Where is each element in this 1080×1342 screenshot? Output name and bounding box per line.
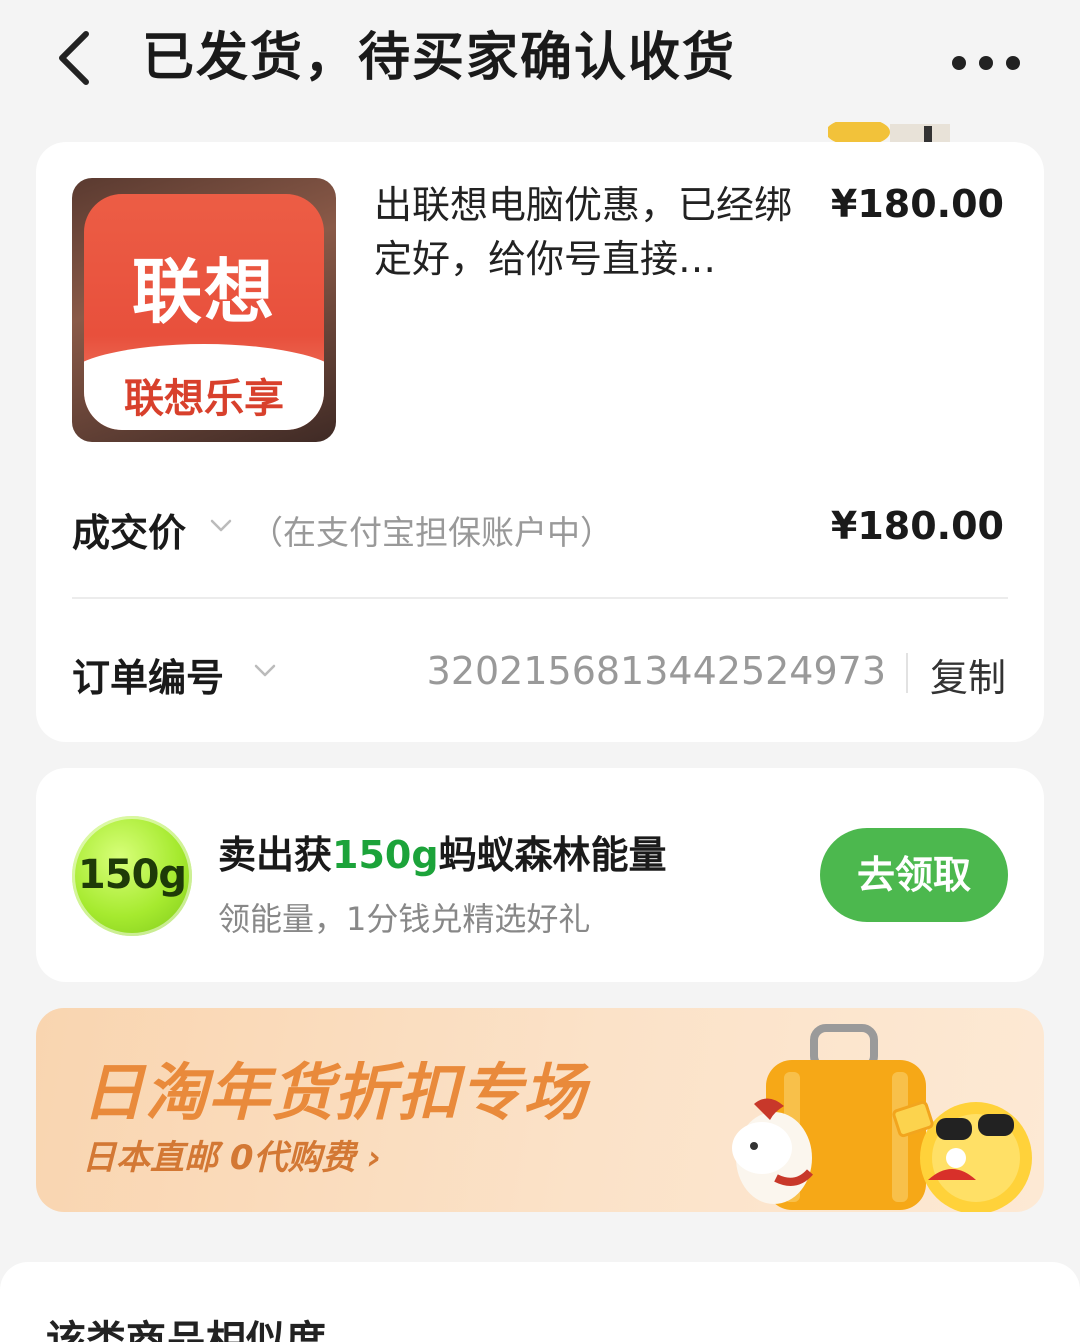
copy-button[interactable]: 复制	[930, 647, 1006, 702]
order-number-row: 订单编号 3202156813442524973 复制	[72, 647, 1008, 707]
more-button[interactable]	[952, 50, 1020, 74]
product-title[interactable]: 出联想电脑优惠，已经绑定好，给你号直接…	[374, 178, 804, 286]
back-button[interactable]	[52, 26, 102, 90]
banner-subtitle: 日本直邮 0代购费 ›	[82, 1130, 381, 1179]
lenovo-app-icon: 联想 联想乐享	[84, 194, 324, 430]
divider	[72, 597, 1008, 599]
energy-badge-text: 150g	[77, 852, 187, 898]
deal-price-label: 成交价	[72, 511, 187, 555]
escrow-note: （在支付宝担保账户中）	[250, 513, 613, 552]
product-thumbnail[interactable]: 联想 联想乐享	[72, 178, 336, 442]
more-dot-icon	[1006, 56, 1020, 70]
section-title: 该类商品相似度	[46, 1318, 326, 1342]
energy-title-prefix: 卖出获	[218, 833, 333, 877]
energy-badge: 150g	[72, 816, 192, 936]
deal-price-row: 成交价 （在支付宝担保账户中） ¥180.00	[72, 502, 1008, 562]
chevron-down-icon[interactable]	[254, 659, 276, 681]
forest-energy-card: 150g 卖出获150g蚂蚁森林能量 领能量，1分钱兑精选好礼 去领取	[36, 768, 1044, 982]
order-number-label: 订单编号	[72, 656, 225, 700]
divider	[906, 653, 908, 693]
deal-price-value: ¥180.00	[830, 504, 1004, 548]
similar-items-card: 该类商品相似度	[0, 1262, 1080, 1342]
banner-illustration	[732, 1024, 1032, 1212]
thumbnail-brand-text: 联想	[132, 250, 276, 333]
page-title: 已发货，待买家确认收货	[142, 28, 737, 88]
energy-title-suffix: 蚂蚁森林能量	[438, 833, 667, 877]
more-dot-icon	[979, 56, 993, 70]
chevron-left-icon	[59, 31, 89, 85]
chevron-down-icon[interactable]	[210, 514, 232, 536]
banner-subtitle-text: 日本直邮 0代购费	[82, 1138, 356, 1178]
thumbnail-app-name: 联想乐享	[124, 375, 284, 422]
floating-decoration	[828, 122, 968, 144]
energy-subtitle: 领能量，1分钱兑精选好礼	[218, 900, 591, 938]
more-dot-icon	[952, 56, 966, 70]
promo-banner[interactable]: 日淘年货折扣专场 日本直邮 0代购费 ›	[36, 1008, 1044, 1212]
order-number-value: 3202156813442524973	[426, 649, 886, 693]
energy-title: 卖出获150g蚂蚁森林能量	[218, 824, 667, 879]
top-bar: 已发货，待买家确认收货	[0, 0, 1080, 120]
order-card: 联想 联想乐享 出联想电脑优惠，已经绑定好，给你号直接… ¥180.00 成交价…	[36, 142, 1044, 742]
claim-button[interactable]: 去领取	[820, 828, 1008, 922]
product-price: ¥180.00	[830, 182, 1004, 226]
chevron-right-icon: ›	[367, 1138, 382, 1178]
energy-amount: 150g	[332, 833, 439, 877]
banner-title: 日淘年货折扣专场	[82, 1056, 587, 1129]
